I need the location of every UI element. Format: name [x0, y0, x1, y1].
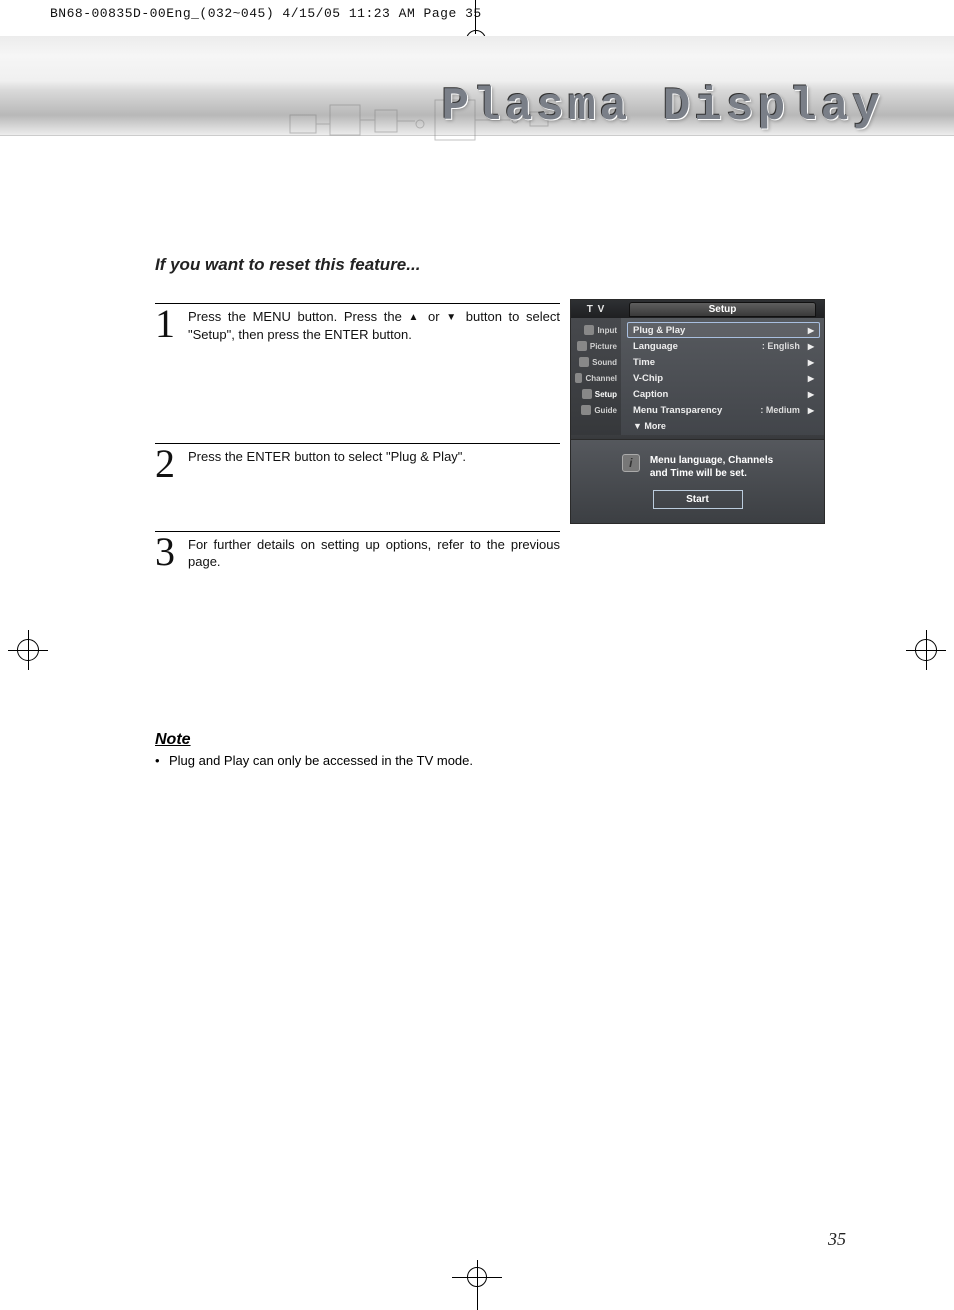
note-bullet: •Plug and Play can only be accessed in t…	[155, 753, 835, 768]
menu-label: Caption	[633, 389, 668, 400]
sidebar-label: Sound	[592, 358, 617, 367]
menu-label: ▼ More	[633, 421, 666, 431]
osd-setup-menu: T V Setup Input Picture Sound Channel Se…	[570, 299, 825, 453]
sidebar-item-setup: Setup	[571, 386, 621, 402]
up-triangle-icon: ▲	[408, 312, 421, 323]
menu-value: : Medium	[760, 405, 800, 415]
menu-label: Menu Transparency	[633, 405, 722, 416]
step-text: Press the MENU button. Press the ▲ or ▼ …	[188, 307, 560, 343]
osd-plug-play-dialog: i Menu language, Channels and Time will …	[570, 439, 825, 524]
osd-tv-label: T V	[571, 304, 621, 315]
sound-icon	[579, 357, 589, 367]
menu-item-caption: Caption ▶	[627, 386, 820, 402]
note-heading: Note	[155, 731, 835, 749]
sidebar-item-guide: Guide	[571, 402, 621, 418]
note-section: Note •Plug and Play can only be accessed…	[155, 731, 835, 768]
pp-line2: and Time will be set.	[650, 468, 747, 479]
info-icon: i	[622, 454, 640, 472]
osd-title: Setup	[629, 302, 816, 317]
step-2: 2 Press the ENTER button to select "Plug…	[155, 443, 560, 481]
sidebar-item-picture: Picture	[571, 338, 621, 354]
sidebar-label: Picture	[590, 342, 617, 351]
menu-value: : English	[762, 341, 800, 351]
channel-icon	[575, 373, 582, 383]
setup-icon	[582, 389, 592, 399]
menu-label: Time	[633, 357, 655, 368]
down-triangle-icon: ▼	[446, 312, 459, 323]
osd-list: Plug & Play ▶ Language : English ▶ Time ▶ V-…	[621, 318, 824, 435]
note-text: Plug and Play can only be accessed in th…	[169, 753, 473, 768]
sidebar-item-channel: Channel	[571, 370, 621, 386]
menu-label: Language	[633, 341, 678, 352]
right-arrow-icon: ▶	[808, 390, 814, 399]
sidebar-label: Setup	[595, 390, 617, 399]
step-number: 2	[155, 447, 188, 481]
menu-item-language: Language : English ▶	[627, 338, 820, 354]
menu-item-time: Time ▶	[627, 354, 820, 370]
step-text: For further details on setting up option…	[188, 535, 560, 570]
sidebar-item-sound: Sound	[571, 354, 621, 370]
page-number: 35	[828, 1229, 846, 1250]
menu-label: V-Chip	[633, 373, 663, 384]
right-arrow-icon: ▶	[808, 326, 814, 335]
registration-mark-bottom	[452, 1260, 502, 1310]
step-1-text-a: Press the MENU button. Press the	[188, 309, 408, 324]
osd-sidebar: Input Picture Sound Channel Setup Guide	[571, 318, 621, 435]
sidebar-label: Input	[597, 326, 617, 335]
picture-icon	[577, 341, 587, 351]
menu-item-vchip: V-Chip ▶	[627, 370, 820, 386]
step-number: 1	[155, 307, 188, 341]
input-icon	[584, 325, 594, 335]
menu-item-plug-play: Plug & Play ▶	[627, 322, 820, 338]
step-block-2: 2 Press the ENTER button to select "Plug…	[155, 443, 835, 531]
menu-item-more: ▼ More	[627, 418, 820, 433]
right-arrow-icon: ▶	[808, 342, 814, 351]
step-3: 3 For further details on setting up opti…	[155, 531, 560, 570]
step-1-text-b: or	[421, 309, 446, 324]
pp-message: Menu language, Channels and Time will be…	[650, 454, 773, 480]
step-1: 1 Press the MENU button. Press the ▲ or …	[155, 303, 560, 343]
content-area: If you want to reset this feature... 1 P…	[155, 255, 835, 768]
banner-title: Plasma Display	[442, 81, 884, 133]
step-block-3: 3 For further details on setting up opti…	[155, 531, 835, 581]
section-heading: If you want to reset this feature...	[155, 255, 835, 275]
right-arrow-icon: ▶	[808, 358, 814, 367]
step-text: Press the ENTER button to select "Plug &…	[188, 447, 466, 465]
bullet-icon: •	[155, 753, 169, 768]
print-header: BN68-00835D-00Eng_(032~045) 4/15/05 11:2…	[50, 6, 482, 21]
right-arrow-icon: ▶	[808, 374, 814, 383]
registration-mark-right	[906, 630, 946, 670]
page-banner: Plasma Display	[0, 36, 954, 136]
osd-header: T V Setup	[571, 300, 824, 318]
right-arrow-icon: ▶	[808, 406, 814, 415]
sidebar-item-input: Input	[571, 322, 621, 338]
step-block-1: 1 Press the MENU button. Press the ▲ or …	[155, 303, 835, 443]
pp-line1: Menu language, Channels	[650, 455, 773, 466]
registration-mark-left	[8, 630, 48, 670]
sidebar-label: Channel	[585, 374, 617, 383]
guide-icon	[581, 405, 591, 415]
step-number: 3	[155, 535, 188, 569]
start-button: Start	[653, 490, 743, 509]
menu-label: Plug & Play	[633, 325, 685, 336]
sidebar-label: Guide	[594, 406, 617, 415]
menu-item-transparency: Menu Transparency : Medium ▶	[627, 402, 820, 418]
